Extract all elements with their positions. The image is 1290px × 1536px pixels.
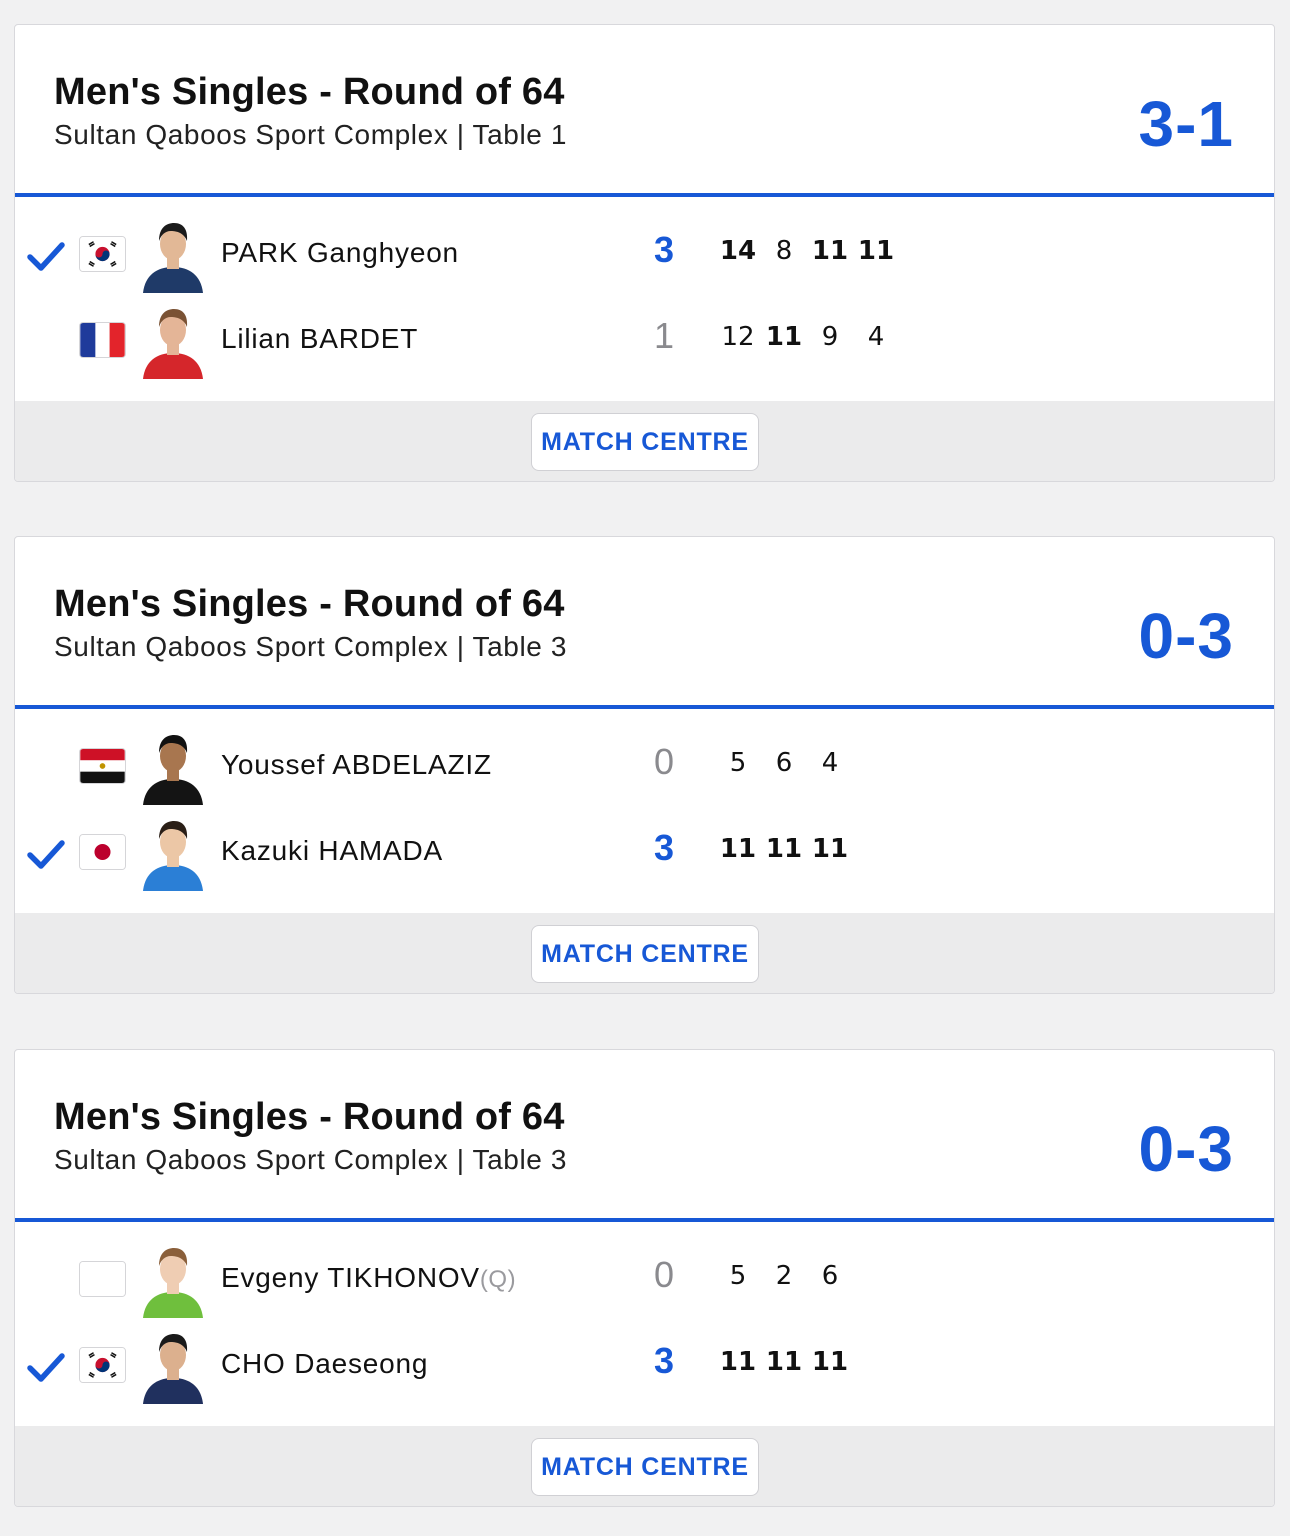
player-row[interactable]: Lilian BARDET 1 12 11 9 4: [15, 299, 1274, 385]
match-list: Men's Singles - Round of 64 Sultan Qaboo…: [0, 0, 1290, 1536]
south-korea-flag: [79, 236, 126, 272]
south-korea-flag: [79, 1347, 126, 1383]
set-score: 4: [821, 748, 839, 778]
set-score: 14: [719, 236, 757, 266]
card-footer: MATCH CENTRE: [15, 401, 1274, 481]
player-row[interactable]: Evgeny TIKHONOV(Q) 0 526: [15, 1238, 1274, 1324]
player-row[interactable]: CHO Daeseong 3 11 11 11: [15, 1324, 1274, 1410]
match-centre-button[interactable]: MATCH CENTRE: [531, 1438, 759, 1496]
set-scores: 526: [715, 1261, 853, 1291]
set-score: 11: [811, 1347, 849, 1377]
player-list: Youssef ABDELAZIZ 0 564 Kazuki HAMADA 3 …: [15, 709, 1274, 917]
avatar: [141, 217, 205, 293]
set-score: 4: [867, 322, 885, 352]
player-row[interactable]: PARK Ganghyeon 3 14 8 11 11: [15, 213, 1274, 299]
final-score: 0-3: [1138, 600, 1234, 672]
set-scores: 12 11 9 4: [715, 322, 899, 352]
match-centre-button[interactable]: MATCH CENTRE: [531, 925, 759, 983]
blank-flag: [79, 1261, 126, 1297]
set-score: 11: [765, 1347, 803, 1377]
event-title: Men's Singles - Round of 64: [54, 71, 565, 113]
match-header: Men's Singles - Round of 64 Sultan Qaboo…: [15, 25, 1274, 197]
event-title: Men's Singles - Round of 64: [54, 1096, 565, 1138]
player-name-text: Youssef ABDELAZIZ: [221, 749, 492, 780]
set-score: 11: [719, 1347, 757, 1377]
set-score: 2: [775, 1261, 793, 1291]
set-score: 6: [775, 748, 793, 778]
avatar: [141, 1242, 205, 1318]
checkmark-icon: [26, 1350, 66, 1384]
set-score: 11: [765, 322, 803, 352]
games-won: 3: [653, 827, 675, 868]
games-won: 3: [653, 229, 675, 270]
player-name[interactable]: Lilian BARDET: [221, 323, 418, 355]
set-scores: 11 11 11: [715, 1347, 853, 1377]
player-row[interactable]: Kazuki HAMADA 3 11 11 11: [15, 811, 1274, 897]
match-header: Men's Singles - Round of 64 Sultan Qaboo…: [15, 537, 1274, 709]
set-score: 6: [821, 1261, 839, 1291]
egypt-flag: [79, 748, 126, 784]
checkmark-icon: [26, 239, 66, 273]
card-footer: MATCH CENTRE: [15, 913, 1274, 993]
japan-flag: [79, 834, 126, 870]
set-score: 9: [821, 322, 839, 352]
avatar: [141, 815, 205, 891]
venue-label: Sultan Qaboos Sport Complex | Table 3: [54, 631, 568, 662]
set-score: 11: [811, 834, 849, 864]
set-score: 11: [811, 236, 849, 266]
player-name-text: Lilian BARDET: [221, 323, 419, 354]
player-name-text: CHO Daeseong: [221, 1348, 429, 1379]
player-name[interactable]: Youssef ABDELAZIZ: [221, 749, 492, 781]
avatar: [141, 1328, 205, 1404]
games-won: 1: [653, 315, 675, 356]
player-name[interactable]: PARK Ganghyeon: [221, 237, 459, 269]
player-list: Evgeny TIKHONOV(Q) 0 526 CHO Daeseong 3 …: [15, 1222, 1274, 1430]
set-score: 11: [719, 834, 757, 864]
player-name-text: PARK Ganghyeon: [221, 237, 459, 268]
event-title: Men's Singles - Round of 64: [54, 583, 565, 625]
match-centre-button[interactable]: MATCH CENTRE: [531, 413, 759, 471]
card-footer: MATCH CENTRE: [15, 1426, 1274, 1506]
games-won: 3: [653, 1340, 675, 1381]
games-won: 0: [653, 741, 675, 782]
qualifier-tag: (Q): [479, 1266, 517, 1293]
set-scores: 564: [715, 748, 853, 778]
final-score: 0-3: [1138, 1113, 1234, 1185]
set-scores: 14 8 11 11: [715, 236, 899, 266]
set-score: 5: [729, 748, 747, 778]
player-list: PARK Ganghyeon 3 14 8 11 11 Lilian BARDET 1…: [15, 197, 1274, 405]
match-card: Men's Singles - Round of 64 Sultan Qaboo…: [14, 24, 1275, 482]
set-scores: 11 11 11: [715, 834, 853, 864]
venue-label: Sultan Qaboos Sport Complex | Table 3: [54, 1144, 568, 1175]
games-won: 0: [653, 1254, 675, 1295]
set-score: 11: [765, 834, 803, 864]
set-score: 8: [775, 236, 793, 266]
set-score: 11: [857, 236, 895, 266]
france-flag: [79, 322, 126, 358]
match-card: Men's Singles - Round of 64 Sultan Qaboo…: [14, 1049, 1275, 1507]
set-score: 5: [729, 1261, 747, 1291]
venue-label: Sultan Qaboos Sport Complex | Table 1: [54, 119, 568, 150]
final-score: 3-1: [1138, 88, 1234, 160]
match-header: Men's Singles - Round of 64 Sultan Qaboo…: [15, 1050, 1274, 1222]
player-name[interactable]: Kazuki HAMADA: [221, 835, 443, 867]
player-name-text: Kazuki HAMADA: [221, 835, 444, 866]
avatar: [141, 729, 205, 805]
player-row[interactable]: Youssef ABDELAZIZ 0 564: [15, 725, 1274, 811]
player-name-text: Evgeny TIKHONOV: [221, 1262, 480, 1293]
player-name[interactable]: CHO Daeseong: [221, 1348, 428, 1380]
match-card: Men's Singles - Round of 64 Sultan Qaboo…: [14, 536, 1275, 994]
avatar: [141, 303, 205, 379]
set-score: 12: [721, 322, 755, 352]
player-name[interactable]: Evgeny TIKHONOV(Q): [221, 1262, 516, 1294]
checkmark-icon: [26, 837, 66, 871]
